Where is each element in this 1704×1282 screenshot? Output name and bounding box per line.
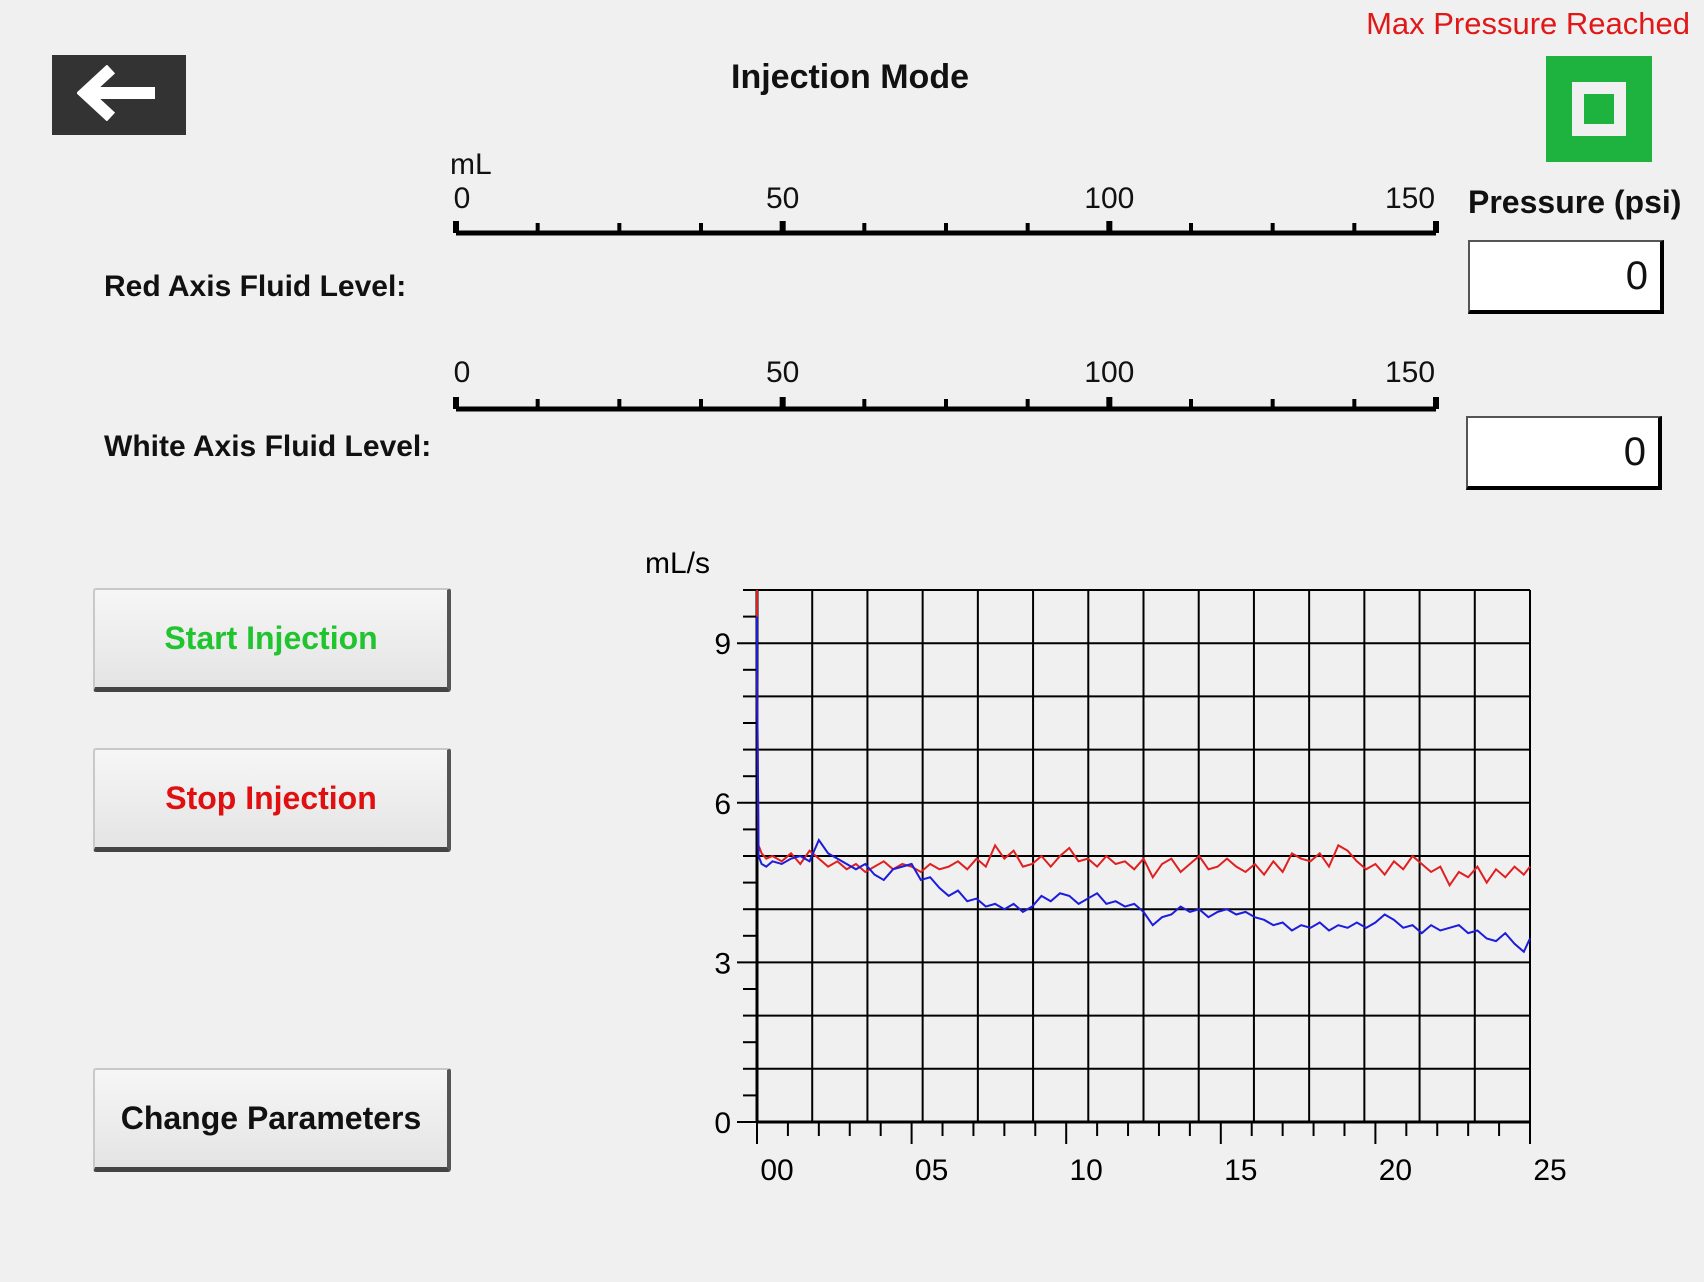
x-axis-tick-label: 05 bbox=[915, 1154, 948, 1187]
x-axis-tick-label: 00 bbox=[760, 1154, 793, 1187]
x-axis-tick-label: 25 bbox=[1533, 1154, 1566, 1187]
y-axis-tick-label: 6 bbox=[714, 788, 731, 821]
x-axis-tick-label: 10 bbox=[1070, 1154, 1103, 1187]
flow-rate-chart: 0 3 6 9 00 05 10 15 20 25 mL/s bbox=[645, 547, 1567, 1187]
y-axis-tick-label: 9 bbox=[714, 628, 731, 661]
x-axis-tick-label: 20 bbox=[1379, 1154, 1412, 1187]
y-axis-tick-label: 3 bbox=[714, 947, 731, 980]
x-axis-tick-label: 15 bbox=[1224, 1154, 1257, 1187]
y-axis-tick-label: 0 bbox=[714, 1107, 731, 1140]
y-axis-label: mL/s bbox=[645, 547, 710, 580]
